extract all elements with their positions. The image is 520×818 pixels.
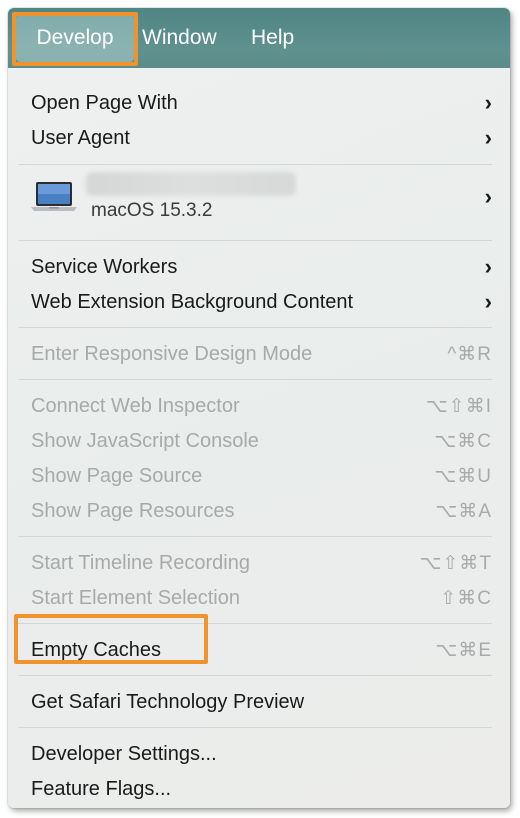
menu-item-label: Start Element Selection — [31, 586, 240, 609]
chevron-right-icon: › — [484, 125, 492, 150]
menu-item-user-agent[interactable]: User Agent › — [31, 121, 492, 155]
chevron-right-icon: › — [484, 90, 492, 115]
menu-item-shortcut: ⌥⌘E — [435, 639, 492, 661]
menu-item-shortcut: ⌥⌘A — [435, 500, 492, 522]
menu-item-web-extension-background[interactable]: Web Extension Background Content › — [31, 285, 492, 319]
menu-separator — [18, 327, 492, 328]
menu-item-responsive-design-mode[interactable]: Enter Responsive Design Mode ^⌘R — [31, 337, 492, 371]
chevron-right-icon: › — [484, 289, 492, 314]
menu-item-shortcut: ⌥⌘C — [434, 430, 492, 452]
develop-dropdown-menu: Open Page With › User Agent › macOS 15.3… — [8, 70, 510, 808]
develop-menu-window: Develop Window Help Open Page With › Use… — [8, 8, 510, 808]
menu-item-open-page-with[interactable]: Open Page With › — [31, 86, 492, 120]
menu-item-show-page-source[interactable]: Show Page Source ⌥⌘U — [31, 459, 492, 493]
menu-item-shortcut: ⌥⇧⌘I — [425, 395, 492, 417]
menubar-help[interactable]: Help — [251, 8, 294, 68]
chevron-right-icon: › — [484, 254, 492, 279]
laptop-icon — [31, 182, 77, 211]
menu-item-show-page-resources[interactable]: Show Page Resources ⌥⌘A — [31, 494, 492, 528]
menu-separator — [18, 379, 492, 380]
menu-item-label: Show Page Resources — [31, 499, 235, 522]
menu-item-show-js-console[interactable]: Show JavaScript Console ⌥⌘C — [31, 424, 492, 458]
menu-item-shortcut: ^⌘R — [447, 343, 492, 365]
menu-separator — [18, 240, 492, 241]
menu-item-shortcut: ⌥⌘U — [434, 465, 492, 487]
menu-item-label: Open Page With — [31, 91, 178, 114]
menu-item-label: Developer Settings... — [31, 742, 217, 765]
menu-item-device[interactable]: macOS 15.3.2 › — [31, 168, 492, 228]
menu-item-service-workers[interactable]: Service Workers › — [31, 250, 492, 284]
menu-item-start-timeline-recording[interactable]: Start Timeline Recording ⌥⇧⌘T — [31, 546, 492, 580]
menu-item-label: Empty Caches — [31, 638, 162, 661]
menu-item-label: Show JavaScript Console — [31, 429, 259, 452]
menu-item-label: Enter Responsive Design Mode — [31, 342, 313, 365]
menu-separator — [18, 164, 492, 165]
menu-item-start-element-selection[interactable]: Start Element Selection ⇧⌘C — [31, 581, 492, 615]
menu-item-label: Feature Flags... — [31, 777, 172, 800]
menu-item-feature-flags[interactable]: Feature Flags... — [31, 772, 492, 806]
menu-item-connect-web-inspector[interactable]: Connect Web Inspector ⌥⇧⌘I — [31, 389, 492, 423]
menu-item-label: User Agent — [31, 126, 130, 149]
menu-item-label: Show Page Source — [31, 464, 203, 487]
menu-bar: Develop Window Help — [8, 8, 510, 68]
menu-item-label: Connect Web Inspector — [31, 394, 240, 417]
menu-item-label: Service Workers — [31, 255, 178, 278]
menu-separator — [18, 536, 492, 537]
menu-item-empty-caches[interactable]: Empty Caches ⌥⌘E — [31, 633, 492, 667]
device-os-version: macOS 15.3.2 — [91, 200, 213, 221]
menu-separator — [18, 675, 492, 676]
device-name-redacted — [86, 172, 296, 196]
menu-item-shortcut: ⇧⌘C — [440, 587, 492, 609]
menu-item-label: Web Extension Background Content — [31, 290, 354, 313]
menubar-develop[interactable]: Develop — [16, 14, 134, 62]
menu-separator — [18, 623, 492, 624]
menu-item-label: Start Timeline Recording — [31, 551, 250, 574]
chevron-right-icon: › — [484, 184, 492, 209]
menubar-window[interactable]: Window — [142, 8, 217, 68]
menu-item-label: Get Safari Technology Preview — [31, 690, 305, 713]
menu-item-get-safari-technology-preview[interactable]: Get Safari Technology Preview — [31, 685, 492, 719]
menu-item-developer-settings[interactable]: Developer Settings... — [31, 737, 492, 771]
menu-item-shortcut: ⌥⇧⌘T — [419, 552, 492, 574]
menu-separator — [18, 727, 492, 728]
